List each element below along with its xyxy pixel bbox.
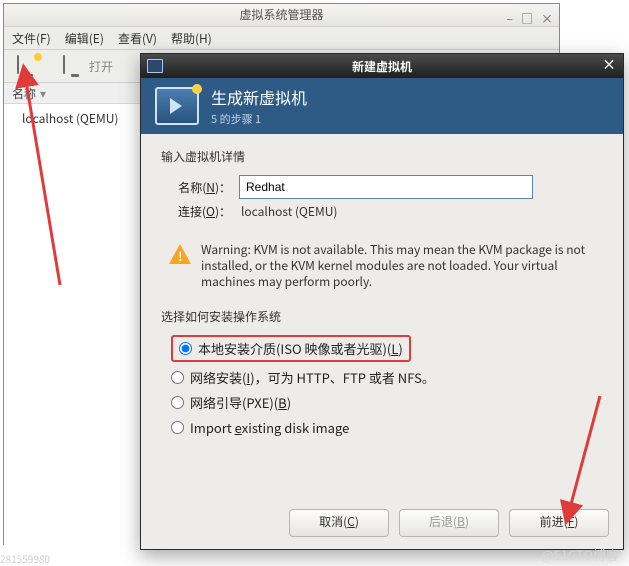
back-button: 后退(B) (399, 509, 499, 537)
install-method-group: 本地安装介质(ISO 映像或者光驱)(L) 网络安装(I)，可为 HTTP、FT… (171, 335, 603, 437)
new-vm-button[interactable] (10, 53, 46, 79)
new-vm-dialog: 新建虚拟机 × 生成新虚拟机 5 的步骤 1 输入虚拟机详情 名称(N)： 连接… (140, 53, 624, 550)
warning-icon (169, 244, 191, 264)
dialog-title: 新建虚拟机 (352, 58, 412, 75)
banner-title: 生成新虚拟机 (211, 85, 307, 109)
banner-vm-icon (155, 87, 199, 125)
blog-id: 281559980 (0, 551, 50, 566)
main-title: 虚拟系统管理器 (239, 6, 323, 23)
banner-step: 5 的步骤 1 (211, 111, 307, 127)
radio-network-label: 网络安装(I)，可为 HTTP、FTP 或者 NFS。 (190, 368, 435, 387)
radio-import-disk[interactable] (171, 421, 184, 434)
radio-local-label: 本地安装介质(ISO 映像或者光驱)(L) (198, 339, 403, 358)
menu-help[interactable]: 帮助(H) (171, 30, 212, 47)
section-vm-details: 输入虚拟机详情 (161, 148, 603, 165)
dialog-button-row: 取消(C) 后退(B) 前进(F) (289, 509, 609, 537)
kvm-warning: Warning: KVM is not available. This may … (169, 242, 595, 290)
radio-pxe[interactable] (171, 396, 184, 409)
open-vm-icon (63, 56, 85, 76)
dialog-banner: 生成新虚拟机 5 的步骤 1 (141, 78, 623, 134)
main-titlebar: 虚拟系统管理器 – □ × (4, 4, 559, 27)
vm-name-input[interactable] (239, 175, 533, 199)
radio-import-label: Import existing disk image (190, 418, 349, 437)
connection-value: localhost (QEMU) (239, 203, 337, 220)
connection-label: 连接(O)： (161, 203, 231, 220)
menu-edit[interactable]: 编辑(E) (65, 30, 104, 47)
forward-button[interactable]: 前进(F) (509, 509, 609, 537)
new-vm-icon (17, 56, 39, 76)
open-label: 打开 (89, 58, 113, 75)
dialog-titlebar: 新建虚拟机 × (141, 54, 623, 78)
cancel-button[interactable]: 取消(C) (289, 509, 389, 537)
radio-pxe-label: 网络引导(PXE)(B) (190, 393, 291, 412)
watermark: @51CTO博客 (541, 545, 619, 564)
section-install-method: 选择如何安装操作系统 (161, 308, 603, 325)
menu-file[interactable]: 文件(F) (12, 30, 51, 47)
close-icon[interactable]: × (541, 8, 553, 30)
open-vm-button[interactable]: 打开 (56, 53, 120, 79)
maximize-icon[interactable]: □ (521, 8, 533, 30)
minimize-icon[interactable]: – (507, 8, 513, 30)
menu-view[interactable]: 查看(V) (118, 30, 157, 47)
col-name-label: 名称 (12, 85, 36, 102)
dialog-close-icon[interactable]: × (601, 57, 617, 73)
warning-text: Warning: KVM is not available. This may … (201, 242, 595, 290)
dialog-app-icon (147, 59, 163, 73)
menu-bar: 文件(F) 编辑(E) 查看(V) 帮助(H) (4, 27, 559, 50)
sort-icon: ▾ (40, 85, 46, 102)
radio-network-install[interactable] (171, 371, 184, 384)
radio-local-iso[interactable] (179, 342, 192, 355)
name-label: 名称(N)： (161, 179, 231, 196)
